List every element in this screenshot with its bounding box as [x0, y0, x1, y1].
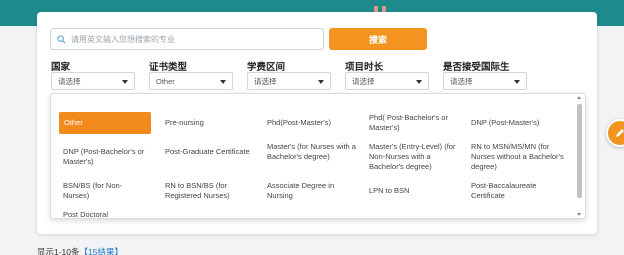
filter-label-international-students: 是否接受国际生 — [443, 62, 510, 73]
search-icon — [57, 34, 66, 43]
results-summary: 显示1-10条【15结果】 — [37, 246, 123, 255]
filter-label-program-duration: 项目时长 — [345, 62, 384, 73]
filter-select-certificate-type[interactable]: Other — [149, 72, 233, 90]
chevron-down-icon — [514, 80, 520, 84]
filter-select-international-students[interactable]: 请选择 — [443, 72, 527, 90]
dropdown-option[interactable]: Master's (for Nurses with a Bachelor's d… — [267, 142, 359, 162]
dropdown-option[interactable]: Post Doctoral — [63, 210, 143, 218]
certificate-type-dropdown[interactable]: Other Pre-nursing Phd(Post-Master's) Phd… — [50, 93, 586, 219]
dropdown-option[interactable]: LPN to BSN — [369, 186, 449, 196]
filter-label-certificate-type: 证书类型 — [149, 62, 188, 73]
dropdown-option[interactable]: BSN/BS (for Non-Nurses) — [63, 181, 143, 201]
dropdown-scrollbar[interactable] — [576, 96, 583, 216]
search-button[interactable]: 搜索 — [329, 28, 427, 50]
scrollbar-thumb[interactable] — [577, 104, 582, 198]
dropdown-option[interactable]: Phd( Post-Bachelor's or Master's) — [369, 113, 461, 133]
dropdown-option[interactable]: Associate Degree in Nursing — [267, 181, 357, 201]
filter-select-program-duration[interactable]: 请选择 — [345, 72, 429, 90]
dropdown-option[interactable]: Post-Graduate Certificate — [165, 147, 251, 157]
dropdown-option[interactable]: Phd(Post-Master's) — [267, 118, 357, 128]
chevron-down-icon — [122, 80, 128, 84]
dropdown-option-selected[interactable]: Other — [59, 112, 151, 134]
scroll-down-icon[interactable] — [577, 213, 581, 216]
filter-value: Other — [156, 76, 175, 86]
filter-value: 请选择 — [254, 76, 277, 86]
dropdown-option[interactable]: Post-Baccalaureate Certificate — [471, 181, 563, 201]
floating-action-button[interactable] — [606, 119, 624, 147]
chevron-down-icon — [220, 80, 226, 84]
search-input[interactable] — [71, 34, 311, 44]
filter-select-tuition-range[interactable]: 请选择 — [247, 72, 331, 90]
dropdown-option[interactable]: RN to BSN/BS (for Registered Nurses) — [165, 181, 257, 201]
dropdown-option[interactable]: RN to MSN/MS/MN (for Nurses without a Ba… — [471, 142, 565, 172]
dropdown-option[interactable]: DNP (Post-Bachelor's or Master's) — [63, 147, 151, 167]
results-count-link[interactable]: 【15结果】 — [80, 247, 123, 255]
filter-label-tuition-range: 学费区间 — [247, 62, 286, 73]
dropdown-option[interactable]: Master's (Entry-Level) (for Non-Nurses w… — [369, 142, 463, 172]
results-range: 显示1-10条 — [37, 247, 80, 255]
filter-label-country: 国家 — [51, 62, 71, 73]
filter-select-country[interactable]: 请选择 — [51, 72, 135, 90]
dropdown-option[interactable]: DNP (Post-Master's) — [471, 118, 563, 128]
filter-value: 请选择 — [58, 76, 81, 86]
search-field[interactable] — [50, 28, 324, 50]
scroll-up-icon[interactable] — [577, 96, 581, 99]
filter-value: 请选择 — [352, 76, 375, 86]
dropdown-option[interactable]: Pre-nursing — [165, 118, 255, 128]
chevron-down-icon — [416, 80, 422, 84]
filter-value: 请选择 — [450, 76, 473, 86]
chevron-down-icon — [318, 80, 324, 84]
edit-icon — [616, 129, 624, 137]
